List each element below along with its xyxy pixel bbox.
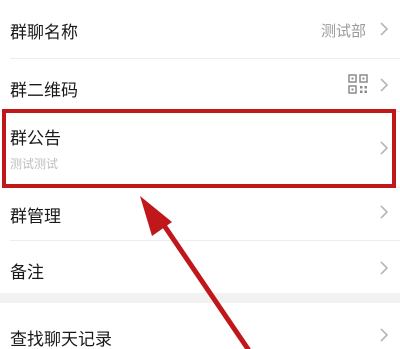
chevron-right-icon xyxy=(380,141,388,155)
search-chat-history-row[interactable]: 查找聊天记录 xyxy=(0,303,400,349)
group-chat-settings-screen: 群聊名称 测试部 群二维码 群公告 测试测试 群管理 备注 查找聊天记录 xyxy=(0,0,400,349)
group-name-label: 群聊名称 xyxy=(10,23,78,43)
chevron-right-icon xyxy=(380,78,388,92)
remark-label: 备注 xyxy=(10,263,44,283)
search-chat-history-label: 查找聊天记录 xyxy=(10,330,112,349)
group-management-label: 群管理 xyxy=(10,207,61,227)
group-announcement-preview: 测试测试 xyxy=(10,157,59,171)
chevron-right-icon xyxy=(380,328,388,342)
chevron-right-icon xyxy=(380,22,388,36)
group-announcement-label: 群公告 xyxy=(10,129,61,149)
group-name-value: 测试部 xyxy=(320,22,366,40)
chevron-right-icon xyxy=(380,205,388,219)
section-separator xyxy=(0,293,400,303)
group-name-row[interactable]: 群聊名称 测试部 xyxy=(0,0,400,58)
group-qr-code-row[interactable]: 群二维码 xyxy=(0,59,400,111)
qr-code-icon xyxy=(348,74,368,94)
remark-row[interactable]: 备注 xyxy=(0,241,400,293)
group-announcement-row[interactable]: 群公告 测试测试 xyxy=(0,112,400,186)
group-management-row[interactable]: 群管理 xyxy=(0,188,400,240)
chevron-right-icon xyxy=(380,261,388,275)
group-qr-code-label: 群二维码 xyxy=(10,81,78,101)
